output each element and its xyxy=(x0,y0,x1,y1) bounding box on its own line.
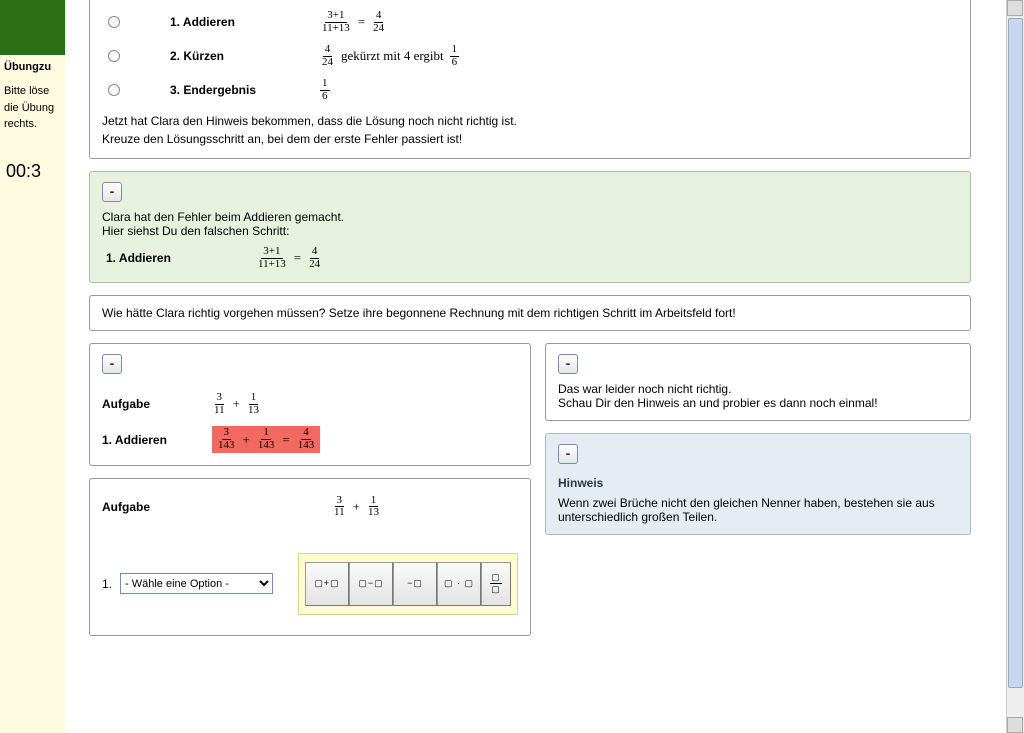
step-2-label: 2. Kürzen xyxy=(170,49,320,63)
step-1-label: 1. Addieren xyxy=(170,15,320,29)
hint-panel: - Hinweis Wenn zwei Brüche nicht den gle… xyxy=(545,433,971,535)
scroll-thumb[interactable] xyxy=(1008,18,1023,688)
collapse-button-green[interactable]: - xyxy=(102,182,122,202)
sidebar-title: Übungzu xyxy=(0,55,65,81)
step-3-label: 3. Endergebnis xyxy=(170,83,320,97)
work1-aufgabe-label: Aufgabe xyxy=(102,397,212,411)
scroll-up-arrow[interactable] xyxy=(1007,0,1023,16)
green-math: 3+111+13 = 424 xyxy=(256,246,322,270)
step-1-math: 3+111+13 = 424 xyxy=(320,10,386,34)
feedback-correct-panel: - Clara hat den Fehler beim Addieren gem… xyxy=(89,171,971,283)
radio-step-1[interactable] xyxy=(108,16,120,28)
step-row-1[interactable]: 1. Addieren 3+111+13 = 424 xyxy=(102,10,958,34)
feedback-line-2: Schau Dir den Hinweis an und probier es … xyxy=(558,396,958,410)
vertical-scrollbar[interactable] xyxy=(1006,0,1024,733)
steps-panel: 1. Addieren 3+111+13 = 424 2. Kürzen 424… xyxy=(89,0,971,159)
step-row-3[interactable]: 3. Endergebnis 16 xyxy=(102,78,958,102)
instructions-1: Jetzt hat Clara den Hinweis bekommen, da… xyxy=(102,112,958,148)
work2-step-index: 1. xyxy=(102,577,112,591)
collapse-button-feedback[interactable]: - xyxy=(558,354,578,374)
green-line-1: Clara hat den Fehler beim Addieren gemac… xyxy=(102,210,958,224)
sidebar-instructions: Bitte löse die Übung rechts. xyxy=(0,81,65,141)
feedback-wrong-panel: - Das war leider noch nicht richtig. Sch… xyxy=(545,343,971,421)
step-row-2[interactable]: 2. Kürzen 424 gekürzt mit 4 ergibt 16 xyxy=(102,44,958,68)
tool-subtract[interactable]: ▢−▢ xyxy=(349,562,393,606)
feedback-line-1: Das war leider noch nicht richtig. xyxy=(558,382,958,396)
main-content: 1. Addieren 3+111+13 = 424 2. Kürzen 424… xyxy=(65,0,995,733)
work2-aufgabe-math: 311 + 113 xyxy=(332,495,381,519)
step-2-math: 424 gekürzt mit 4 ergibt 16 xyxy=(320,44,459,68)
sidebar-header xyxy=(0,0,65,55)
green-step-label: 1. Addieren xyxy=(106,251,256,265)
sidebar: Übungzu Bitte löse die Übung rechts. 00:… xyxy=(0,0,65,733)
step-3-math: 16 xyxy=(320,78,330,102)
work1-step-label: 1. Addieren xyxy=(102,433,212,447)
work2-option-select[interactable]: - Wähle eine Option - xyxy=(120,573,273,594)
hint-text: Wenn zwei Brüche nicht den gleichen Nenn… xyxy=(558,496,958,524)
instruction-panel-2: Wie hätte Clara richtig vorgehen müssen?… xyxy=(89,295,971,331)
radio-step-3[interactable] xyxy=(108,84,120,96)
tool-negate[interactable]: −▢ xyxy=(393,562,437,606)
scroll-down-arrow[interactable] xyxy=(1007,717,1023,733)
radio-step-2[interactable] xyxy=(108,50,120,62)
work-panel-2: Aufgabe 311 + 113 1. - Wähle eine Opti xyxy=(89,478,531,636)
collapse-button-hint[interactable]: - xyxy=(558,444,578,464)
collapse-button-work1[interactable]: - xyxy=(102,354,122,374)
timer: 00:3 xyxy=(0,141,65,202)
work1-aufgabe-math: 311 + 113 xyxy=(212,392,261,416)
work-panel-1: - Aufgabe 311 + 113 1. Addieren xyxy=(89,343,531,465)
tool-multiply[interactable]: ▢ · ▢ xyxy=(437,562,481,606)
tool-fraction[interactable]: ▢▢ xyxy=(481,562,511,606)
work2-aufgabe-label: Aufgabe xyxy=(102,500,212,514)
green-line-2: Hier siehst Du den falschen Schritt: xyxy=(102,224,958,238)
math-toolbox: ▢+▢ ▢−▢ −▢ ▢ · ▢ ▢▢ xyxy=(298,553,518,615)
hint-title: Hinweis xyxy=(558,476,958,490)
work1-wrong-math: 3143 + 1143 = 4143 xyxy=(212,426,320,452)
tool-add[interactable]: ▢+▢ xyxy=(305,562,349,606)
